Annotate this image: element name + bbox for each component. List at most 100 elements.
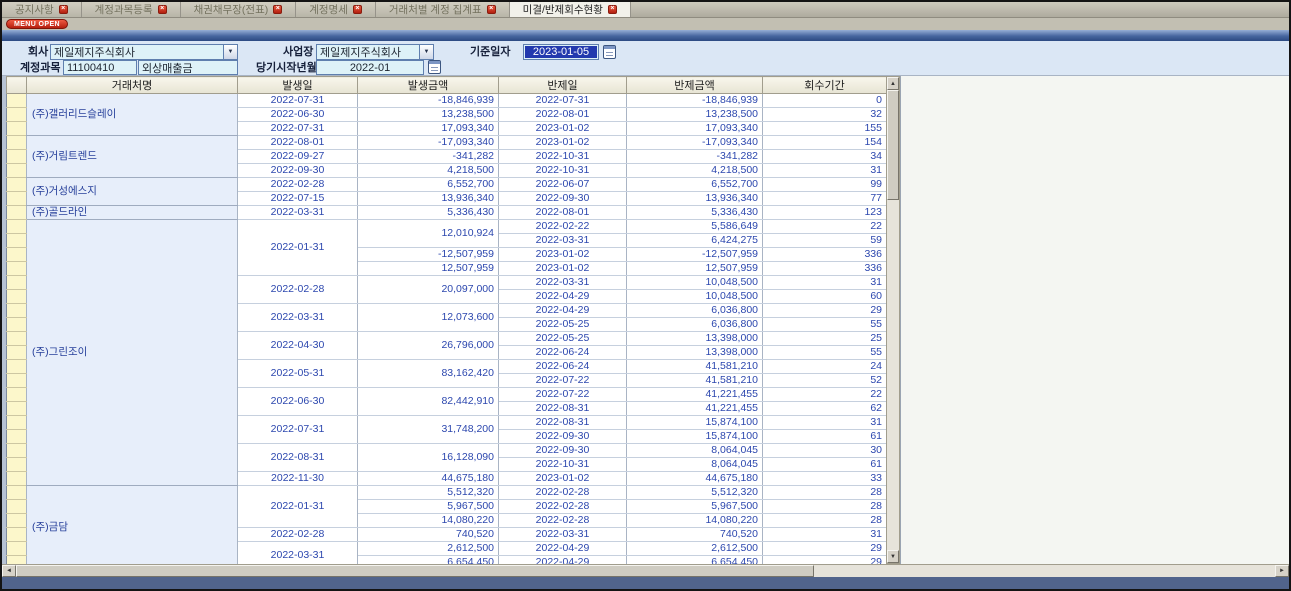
period-cell[interactable]: 55 [763,346,887,360]
settle-amount-cell[interactable]: 2,612,500 [627,542,763,556]
settle-amount-cell[interactable]: 740,520 [627,528,763,542]
occur-amount-cell[interactable]: 83,162,420 [358,360,499,388]
settle-date-cell[interactable]: 2022-05-25 [499,332,627,346]
occur-amount-cell[interactable]: 13,936,340 [358,192,499,206]
period-cell[interactable]: 61 [763,430,887,444]
row-selector[interactable] [7,402,27,416]
settle-amount-cell[interactable]: 4,218,500 [627,164,763,178]
menu-open-button[interactable]: MENU OPEN [6,19,68,29]
scroll-left-icon[interactable]: ◄ [2,565,16,577]
row-selector[interactable] [7,150,27,164]
row-selector[interactable] [7,542,27,556]
settle-amount-cell[interactable]: 41,581,210 [627,360,763,374]
settle-amount-cell[interactable]: 6,036,800 [627,318,763,332]
settle-amount-cell[interactable]: 15,874,100 [627,430,763,444]
occur-date-cell[interactable]: 2022-05-31 [238,360,358,388]
period-cell[interactable]: 31 [763,164,887,178]
period-cell[interactable]: 61 [763,458,887,472]
occur-date-cell[interactable]: 2022-09-30 [238,164,358,178]
period-cell[interactable]: 34 [763,150,887,164]
occur-amount-cell[interactable]: 17,093,340 [358,122,499,136]
occur-amount-cell[interactable]: 740,520 [358,528,499,542]
settle-date-cell[interactable]: 2022-10-31 [499,458,627,472]
tab[interactable]: 계정명세× [296,2,376,17]
occur-date-cell[interactable]: 2022-09-27 [238,150,358,164]
settle-amount-cell[interactable]: -12,507,959 [627,248,763,262]
occur-amount-cell[interactable]: -17,093,340 [358,136,499,150]
close-icon[interactable]: × [158,5,167,14]
row-selector[interactable] [7,318,27,332]
row-selector[interactable] [7,514,27,528]
row-selector[interactable] [7,528,27,542]
settle-amount-cell[interactable]: 6,552,700 [627,178,763,192]
settle-date-cell[interactable]: 2022-04-29 [499,556,627,565]
occur-date-cell[interactable]: 2022-01-31 [238,486,358,528]
occur-date-cell[interactable]: 2022-07-31 [238,416,358,444]
period-cell[interactable]: 31 [763,416,887,430]
settle-date-cell[interactable]: 2022-06-24 [499,346,627,360]
settle-date-cell[interactable]: 2022-04-29 [499,542,627,556]
settle-amount-cell[interactable]: 44,675,180 [627,472,763,486]
account-code-input[interactable]: 11100410 [63,60,137,75]
period-cell[interactable]: 28 [763,486,887,500]
occur-amount-cell[interactable]: 16,128,090 [358,444,499,472]
customer-cell[interactable]: (주)거성에스지 [27,178,238,206]
row-selector[interactable] [7,332,27,346]
calendar-icon[interactable] [603,45,616,59]
period-cell[interactable]: 99 [763,178,887,192]
row-selector[interactable] [7,206,27,220]
occur-date-cell[interactable]: 2022-02-28 [238,528,358,542]
settle-date-cell[interactable]: 2022-06-24 [499,360,627,374]
row-selector[interactable] [7,346,27,360]
period-cell[interactable]: 28 [763,500,887,514]
occur-amount-cell[interactable]: 13,238,500 [358,108,499,122]
settle-date-cell[interactable]: 2022-02-28 [499,500,627,514]
period-cell[interactable]: 123 [763,206,887,220]
close-icon[interactable]: × [608,5,617,14]
customer-cell[interactable]: (주)금담 [27,486,238,565]
period-cell[interactable]: 22 [763,388,887,402]
settle-date-cell[interactable]: 2022-08-31 [499,416,627,430]
settle-amount-cell[interactable]: 41,581,210 [627,374,763,388]
base-date-input[interactable]: 2023-01-05 [523,44,599,60]
settle-date-cell[interactable]: 2023-01-02 [499,262,627,276]
settle-date-cell[interactable]: 2022-02-22 [499,220,627,234]
occur-amount-cell[interactable]: 5,336,430 [358,206,499,220]
settle-date-cell[interactable]: 2022-09-30 [499,192,627,206]
site-select[interactable]: 제일제지주식회사 ▼ [316,44,434,60]
occur-amount-cell[interactable]: -12,507,959 [358,248,499,262]
settle-amount-cell[interactable]: -341,282 [627,150,763,164]
settle-date-cell[interactable]: 2022-09-30 [499,430,627,444]
row-selector[interactable] [7,388,27,402]
occur-date-cell[interactable]: 2022-03-31 [238,542,358,565]
occur-amount-cell[interactable]: 12,010,924 [358,220,499,248]
settle-date-cell[interactable]: 2023-01-02 [499,136,627,150]
occur-amount-cell[interactable]: 82,442,910 [358,388,499,416]
occur-date-cell[interactable]: 2022-07-15 [238,192,358,206]
row-selector[interactable] [7,178,27,192]
settle-amount-cell[interactable]: 13,238,500 [627,108,763,122]
settle-date-cell[interactable]: 2022-07-22 [499,374,627,388]
occur-amount-cell[interactable]: 2,612,500 [358,542,499,556]
settle-amount-cell[interactable]: 10,048,500 [627,276,763,290]
settle-date-cell[interactable]: 2022-03-31 [499,234,627,248]
occur-amount-cell[interactable]: 14,080,220 [358,514,499,528]
period-cell[interactable]: 31 [763,276,887,290]
vertical-scrollbar[interactable]: ▲ ▼ [886,76,900,564]
row-selector[interactable] [7,444,27,458]
occur-date-cell[interactable]: 2022-06-30 [238,388,358,416]
occur-date-cell[interactable]: 2022-08-01 [238,136,358,150]
occur-date-cell[interactable]: 2022-06-30 [238,108,358,122]
tab[interactable]: 계정과목등록× [82,2,181,17]
period-cell[interactable]: 30 [763,444,887,458]
tab[interactable]: 채권채무장(전표)× [181,2,297,17]
row-selector[interactable] [7,374,27,388]
row-selector[interactable] [7,430,27,444]
row-selector[interactable] [7,220,27,234]
row-selector[interactable] [7,360,27,374]
customer-cell[interactable]: (주)골드라인 [27,206,238,220]
period-cell[interactable]: 77 [763,192,887,206]
period-cell[interactable]: 28 [763,514,887,528]
close-icon[interactable]: × [273,5,282,14]
row-selector[interactable] [7,500,27,514]
